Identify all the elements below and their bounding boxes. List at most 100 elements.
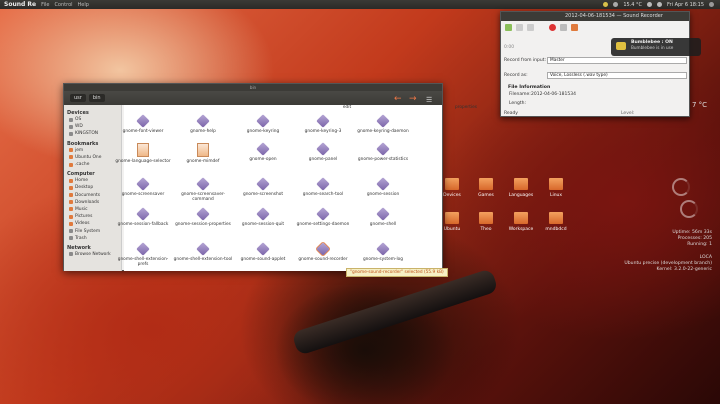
file-item[interactable]: gnome-session-quit [233, 207, 293, 227]
desktop-folder[interactable]: Games [470, 178, 502, 198]
file-item[interactable]: gnome-keyring [233, 114, 293, 134]
file-item[interactable]: gnome-settings-daemon [293, 207, 353, 227]
play-icon[interactable] [560, 23, 567, 31]
save-icon[interactable] [527, 23, 534, 31]
file-item[interactable]: gnome-shell [353, 207, 413, 227]
executable-icon [376, 207, 390, 221]
folder-icon [69, 221, 73, 226]
folder-icon [445, 178, 459, 190]
folder-icon [514, 178, 528, 190]
temperature-indicator[interactable]: 15.4 °C [623, 2, 642, 8]
sidebar-item-desktop[interactable]: Desktop [67, 184, 118, 191]
file-item[interactable]: gnome-language-selector [113, 143, 173, 164]
sidebar-item-jem[interactable]: jem [67, 147, 118, 154]
folder-icon [69, 193, 73, 198]
file-item[interactable]: gnome-keyring-daemon [353, 114, 413, 134]
executable-icon [136, 242, 150, 256]
file-item[interactable]: gnome-sound-applet [233, 242, 293, 262]
file-item-label: gnome-shell-extension-prefs [117, 257, 169, 267]
forward-arrow-icon[interactable]: → [409, 94, 417, 104]
conky-distro: Ubuntu precise (development branch) [624, 261, 712, 266]
executable-icon [376, 142, 390, 156]
file-item[interactable]: properties [436, 105, 496, 110]
file-item[interactable]: gnome-screensaver-command [173, 177, 233, 202]
executable-icon [376, 177, 390, 191]
file-item-label: gnome-power-statistics [357, 157, 409, 162]
desktop-folder[interactable]: Languages [505, 178, 537, 198]
stop-icon[interactable] [571, 23, 578, 31]
sidebar-item-browse-network[interactable]: Browse Network [67, 251, 118, 258]
sidebar-item-trash[interactable]: Trash [67, 235, 118, 242]
open-icon[interactable] [516, 23, 523, 31]
sidebar-item-videos[interactable]: Videos [67, 220, 118, 227]
file-item[interactable]: gnome-screenshot [233, 177, 293, 197]
active-app-name: Sound Re [4, 1, 37, 8]
file-item[interactable]: gnome-sound-recorder [293, 241, 353, 262]
length-label: Length: [509, 101, 527, 106]
menu-icon[interactable]: ☰ [426, 96, 432, 104]
file-item[interactable]: gnome-session [353, 177, 413, 197]
sidebar-item-documents[interactable]: Documents [67, 192, 118, 199]
file-item[interactable]: gnome-shell-extension-prefs [113, 242, 173, 267]
file-item[interactable]: gnome-screensaver [113, 177, 173, 197]
sidebar-item-os[interactable]: OS [67, 116, 118, 123]
file-item[interactable]: gnome-open [233, 142, 293, 162]
file-item[interactable]: gnome-mimdef [173, 143, 233, 164]
file-item[interactable]: gnome-panel [293, 142, 353, 162]
network-icon[interactable] [647, 2, 653, 7]
sidebar-item-ubuntu-one[interactable]: Ubuntu One [67, 154, 118, 161]
desktop-folder[interactable]: Theo [470, 212, 502, 232]
sidebar-item-cache[interactable]: .cache [67, 161, 118, 168]
sidebar-item-home[interactable]: Home [67, 177, 118, 184]
file-item[interactable]: edit [317, 105, 377, 110]
file-item[interactable]: gnome-shell-extension-tool [173, 242, 233, 262]
file-item[interactable]: gnome-system-log [353, 242, 413, 262]
toolbar: usr bin [64, 91, 442, 105]
file-item[interactable]: gnome-session-properties [173, 207, 233, 227]
sidebar-item-music[interactable]: Music [67, 206, 118, 213]
file-item[interactable]: gnome-search-tool [293, 177, 353, 197]
file-item[interactable]: gnome-power-statistics [353, 142, 413, 162]
executable-icon [376, 114, 390, 128]
record-as-select[interactable]: Voice, Lossless (.wav type) [547, 72, 687, 79]
breadcrumb-usr[interactable]: usr [70, 94, 86, 102]
power-icon[interactable] [709, 2, 714, 7]
file-item-label: gnome-session-quit [241, 222, 285, 227]
back-arrow-icon[interactable]: ← [394, 94, 402, 104]
volume-icon[interactable] [657, 2, 663, 7]
record-icon[interactable] [549, 23, 556, 31]
menu-file[interactable]: File [41, 2, 49, 8]
script-file-icon [137, 143, 149, 157]
sidebar-item-downloads[interactable]: Downloads [67, 199, 118, 206]
desktop-folder[interactable]: Linux [540, 178, 572, 198]
sidebar-item-pictures[interactable]: Pictures [67, 213, 118, 220]
mail-indicator-icon[interactable] [613, 2, 619, 7]
file-item[interactable]: gnome-font-viewer [113, 114, 173, 134]
file-item-label: gnome-session-fallback [117, 222, 169, 227]
recorder-title: 2012-04-06-181534 — Sound Recorder [565, 13, 663, 19]
recorder-titlebar: 2012-04-06-181534 — Sound Recorder [501, 12, 689, 21]
breadcrumb-bin[interactable]: bin [88, 94, 105, 102]
file-item[interactable]: gnome-keyring-3 [293, 114, 353, 134]
new-icon[interactable] [505, 23, 512, 31]
executable-icon [256, 207, 270, 221]
executable-icon [136, 177, 150, 191]
menu-control[interactable]: Control [54, 2, 72, 8]
clock[interactable]: Fri Apr 6 18:15 [667, 2, 704, 8]
sidebar-item-file-system[interactable]: File System [67, 227, 118, 234]
menu-help[interactable]: Help [78, 2, 89, 8]
file-item[interactable]: gnome-session-fallback [113, 207, 173, 227]
drive-icon [69, 117, 73, 122]
record-from-select[interactable]: Master [547, 57, 687, 64]
file-item-label: gnome-shell-extension-tool [173, 257, 233, 262]
file-item[interactable]: gnome-help [173, 114, 233, 134]
script-file-icon [197, 143, 209, 157]
sidebar-item-wd[interactable]: WD [67, 123, 118, 130]
executable-icon [316, 207, 330, 221]
status-bar-tooltip: "gnome-sound-recorder" selected (55.9 kB… [346, 268, 448, 277]
desktop-folder[interactable]: Workspace [505, 212, 537, 232]
bumblebee-indicator-icon[interactable] [603, 2, 609, 7]
file-item-label: gnome-screensaver [121, 192, 165, 197]
desktop-folder[interactable]: mndbdcd [540, 212, 572, 232]
sidebar-item-kingston[interactable]: KINGSTON [67, 130, 118, 137]
